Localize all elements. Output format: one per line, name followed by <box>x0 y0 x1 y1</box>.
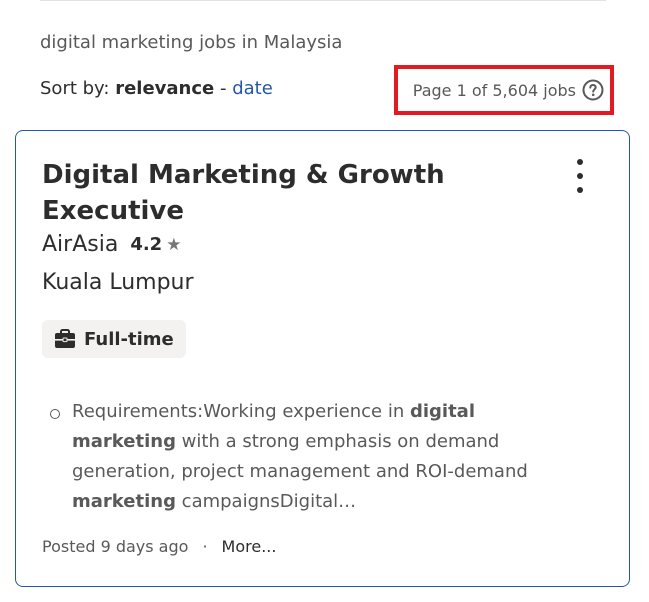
snippet-highlight: marketing <box>72 491 176 512</box>
company-rating: 4.2 <box>130 234 163 255</box>
snippet-text: Requirements:Working experience in <box>72 401 410 422</box>
snippet-bullet <box>50 409 60 419</box>
company-name[interactable]: AirAsia <box>42 232 118 257</box>
job-footer: Posted 9 days ago · More... <box>42 537 276 556</box>
job-card[interactable]: Digital Marketing & Growth Executive Air… <box>15 130 630 587</box>
sort-controls: Sort by: relevance - date <box>40 78 273 99</box>
sort-label: Sort by: <box>40 78 116 99</box>
footer-separator: · <box>202 537 208 556</box>
posted-date: Posted 9 days ago <box>42 537 189 556</box>
more-vertical-icon[interactable] <box>568 159 592 193</box>
sort-relevance[interactable]: relevance <box>115 78 214 99</box>
star-icon: ★ <box>166 234 182 255</box>
more-link[interactable]: More... <box>222 537 277 556</box>
briefcase-icon <box>54 329 76 349</box>
job-title[interactable]: Digital Marketing & Growth Executive <box>42 157 472 229</box>
search-heading: digital marketing jobs in Malaysia <box>40 32 343 53</box>
page-count-highlight: Page 1 of 5,604 jobs <box>394 65 614 115</box>
job-type-label: Full-time <box>84 328 174 350</box>
job-location: Kuala Lumpur <box>42 270 194 295</box>
job-snippet: Requirements:Working experience in digit… <box>72 397 582 517</box>
snippet-text: campaignsDigital… <box>175 491 357 512</box>
top-divider <box>40 0 606 1</box>
company-row: AirAsia 4.2 ★ <box>42 232 181 257</box>
job-type-badge: Full-time <box>42 320 186 358</box>
question-circle-icon[interactable] <box>582 79 604 101</box>
sort-separator: - <box>214 78 233 99</box>
sort-date-link[interactable]: date <box>232 78 273 99</box>
page-count-text: Page 1 of 5,604 jobs <box>412 80 576 100</box>
